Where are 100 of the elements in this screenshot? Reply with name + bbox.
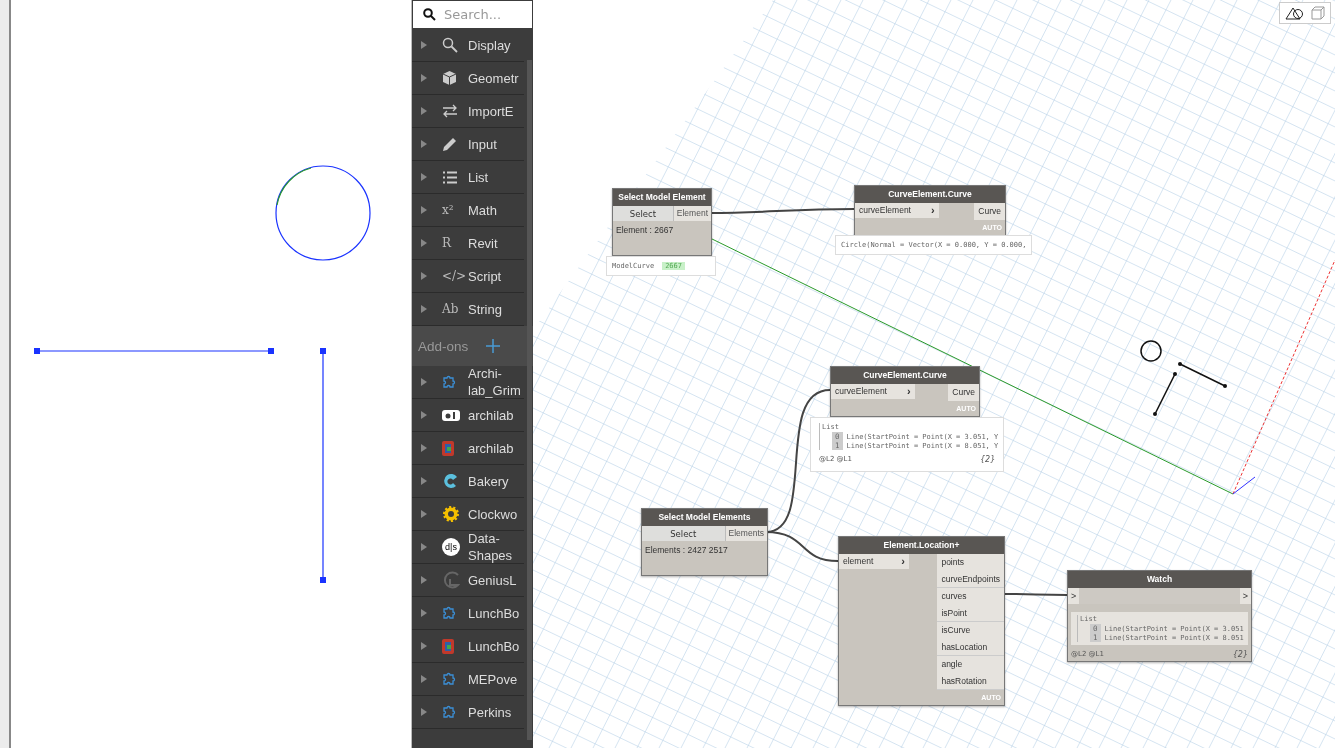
puzzle-icon	[442, 672, 456, 686]
circle-drawing	[1140, 340, 1162, 362]
package-label: GeniusL	[468, 571, 518, 589]
library-category[interactable]: Display	[412, 29, 524, 62]
expand-icon	[421, 444, 427, 452]
addon-package[interactable]: GeniusL	[412, 564, 524, 597]
pencil-icon	[442, 136, 457, 152]
list-icon	[442, 170, 458, 184]
input-port[interactable]: curveElement ›	[831, 384, 915, 399]
category-label: List	[468, 168, 490, 186]
search-field[interactable]: Search...	[412, 0, 533, 29]
expand-icon	[421, 378, 427, 386]
category-label: Revit	[468, 234, 499, 252]
output-port[interactable]: curveEndpoints	[937, 570, 1004, 588]
puzzle-icon	[442, 375, 456, 389]
wire	[1002, 593, 1068, 596]
node[interactable]: Select Model Element Select Element Element : 2667	[612, 188, 712, 256]
node-value: Element : 2667	[615, 224, 675, 237]
addon-package[interactable]: Perkins	[412, 696, 524, 729]
package-label: LunchBo	[468, 637, 521, 655]
library-category[interactable]: </>Script	[412, 260, 524, 293]
library-category[interactable]: ImportE	[412, 95, 524, 128]
plus-icon[interactable]	[486, 339, 501, 353]
addon-package[interactable]: archilab	[412, 432, 524, 465]
library-category[interactable]: Input	[412, 128, 524, 161]
library-category[interactable]: x² Math	[412, 194, 524, 227]
package-icon: d|s	[442, 538, 460, 556]
expand-icon	[421, 305, 427, 313]
search-icon	[423, 8, 436, 21]
output-port[interactable]: Curve	[948, 384, 979, 401]
library-category[interactable]: Geometr	[412, 62, 524, 95]
addon-package[interactable]: Archi-lab_Grim	[412, 366, 524, 399]
category-label: Input	[468, 135, 498, 153]
category-label: Math	[468, 201, 498, 219]
package-label: Clockwo	[468, 505, 519, 523]
node-title: Select Model Element	[613, 189, 711, 206]
output-port[interactable]: Element	[673, 206, 711, 221]
select-button[interactable]: Select	[642, 526, 726, 541]
select-button[interactable]: Select	[613, 206, 674, 221]
expand-icon	[421, 411, 427, 419]
addons-label: Add-ons	[418, 338, 469, 354]
category-icon: Ab	[442, 302, 459, 316]
category-label: Geometr	[468, 69, 520, 87]
output-port[interactable]: >	[1239, 588, 1251, 604]
cube-icon	[442, 440, 454, 456]
category-icon: </>	[442, 269, 467, 283]
expand-icon	[421, 140, 427, 148]
expand-icon	[421, 206, 427, 214]
addon-package[interactable]: LunchBo	[412, 597, 524, 630]
output-port[interactable]: isCurve	[937, 622, 1004, 639]
puzzle-icon	[442, 606, 456, 620]
input-port[interactable]: >	[1068, 588, 1080, 604]
expand-icon	[421, 272, 427, 280]
category-icon: x²	[442, 203, 454, 217]
expand-icon	[421, 107, 427, 115]
expand-icon	[421, 510, 427, 518]
cube-icon	[442, 70, 457, 86]
output-port[interactable]: angle	[937, 656, 1004, 673]
category-label: Script	[468, 267, 503, 285]
addon-package[interactable]: MEPove	[412, 663, 524, 696]
package-label: Data-Shapes	[468, 530, 514, 564]
expand-icon	[421, 609, 427, 617]
node[interactable]: Select Model Elements Select Elements Elements : 2427 2517	[641, 508, 768, 576]
category-label: String	[468, 300, 503, 318]
addon-package[interactable]: archilab	[412, 399, 524, 432]
expand-icon	[421, 576, 427, 584]
package-label: archilab	[468, 439, 515, 457]
category-icon: R	[442, 236, 452, 250]
output-port[interactable]: hasLocation	[937, 638, 1004, 656]
output-port[interactable]: Elements	[725, 526, 767, 541]
expand-icon	[421, 543, 427, 551]
cube-icon[interactable]	[1311, 6, 1325, 20]
search-input[interactable]: Search...	[444, 7, 524, 22]
addon-package[interactable]: Clockwo	[412, 498, 524, 531]
expand-icon	[421, 173, 427, 181]
library-category[interactable]: R Revit	[412, 227, 524, 260]
input-port[interactable]: element ›	[839, 554, 909, 569]
input-port[interactable]: curveElement ›	[855, 203, 939, 218]
addon-package[interactable]: Bakery	[412, 465, 524, 498]
list-count: {2}	[979, 455, 996, 464]
output-port[interactable]: isPoint	[937, 604, 1004, 622]
library-category[interactable]: List	[412, 161, 524, 194]
package-label: archilab	[468, 406, 515, 424]
list-count: {2}	[1232, 650, 1248, 659]
package-label: Archi-lab_Grim	[468, 365, 522, 399]
output-port[interactable]: points	[937, 554, 1004, 571]
package-label: LunchBo	[468, 604, 521, 622]
package-label: MEPove	[468, 670, 519, 688]
output-port[interactable]: hasRotation	[937, 672, 1004, 690]
scrollbar[interactable]	[527, 60, 532, 740]
package-label: Bakery	[468, 472, 510, 490]
node-title: CurveElement.Curve	[855, 186, 1005, 203]
category-label: ImportE	[468, 102, 515, 120]
expand-icon	[421, 675, 427, 683]
output-port[interactable]: curves	[937, 588, 1004, 605]
node-title: Watch	[1068, 571, 1251, 588]
output-port[interactable]: Curve	[974, 203, 1005, 220]
addon-package[interactable]: LunchBo	[412, 630, 524, 663]
curve-icon	[442, 571, 460, 589]
cube-icon	[442, 638, 454, 654]
